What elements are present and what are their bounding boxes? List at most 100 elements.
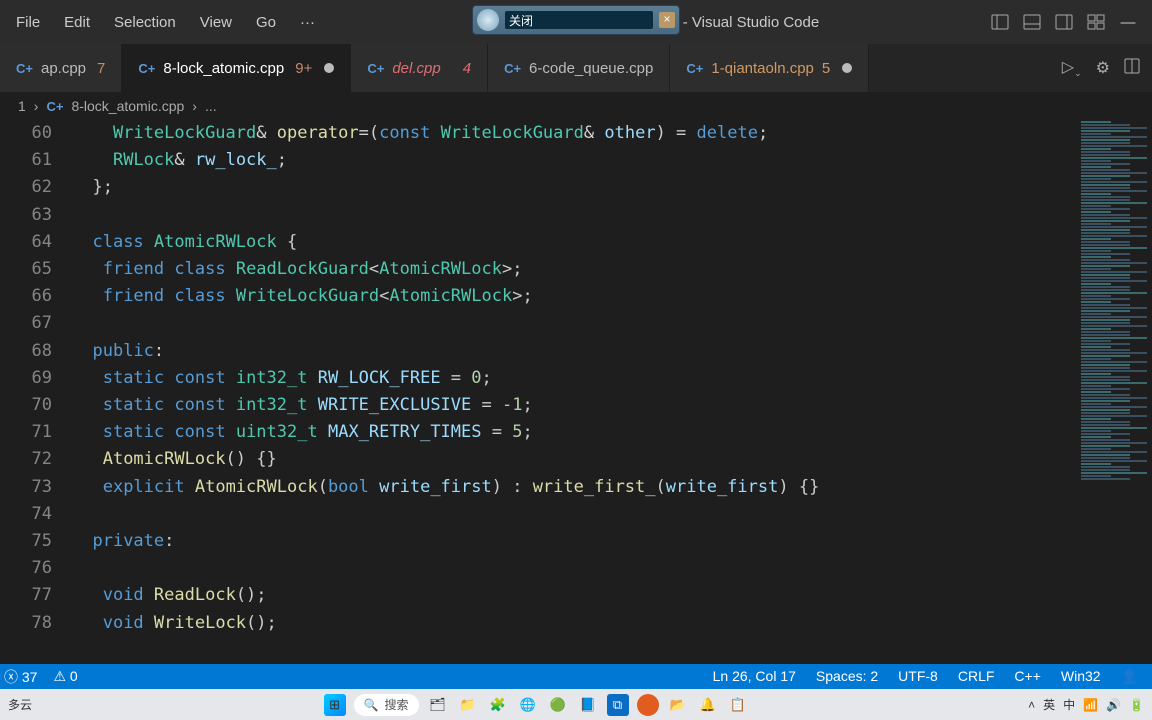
tab-badge: 7 <box>94 60 105 77</box>
vscode-icon[interactable]: ⧉ <box>607 694 629 716</box>
tab-badge: 4 <box>449 60 471 77</box>
line-number: 65 <box>0 256 52 283</box>
warnings-icon[interactable]: ⚠ 0 <box>53 668 77 685</box>
line-number: 72 <box>0 446 52 473</box>
ime-mode[interactable]: 中 <box>1063 696 1075 713</box>
tab-lock-atomic[interactable]: C+ 8-lock_atomic.cpp 9+ <box>122 44 351 92</box>
code-line[interactable]: friend class ReadLockGuard<AtomicRWLock>… <box>72 256 1077 283</box>
tab-label: ap.cpp <box>41 60 86 77</box>
eol[interactable]: CRLF <box>958 668 995 685</box>
menu-view[interactable]: View <box>188 14 244 31</box>
cpp-icon: C+ <box>138 61 155 76</box>
code-line[interactable]: class AtomicRWLock { <box>72 229 1077 256</box>
code-line[interactable]: void WriteLock(); <box>72 610 1077 637</box>
code-line[interactable]: AtomicRWLock() {} <box>72 446 1077 473</box>
tabbar-actions: ▷⌄ ⚙ <box>1050 44 1152 92</box>
app-round-icon[interactable] <box>637 694 659 716</box>
tab-del[interactable]: C+ del.cpp 4 <box>351 44 488 92</box>
code-line[interactable]: WriteLockGuard& operator=(const WriteLoc… <box>72 120 1077 147</box>
code-line[interactable]: }; <box>72 174 1077 201</box>
app-icon[interactable]: 🧩 <box>487 694 509 716</box>
close-icon[interactable]: × <box>659 12 675 28</box>
code-area[interactable]: WriteLockGuard& operator=(const WriteLoc… <box>72 120 1077 666</box>
line-number: 76 <box>0 555 52 582</box>
split-right-icon[interactable] <box>1124 58 1140 79</box>
feedback-icon[interactable]: 👤 <box>1121 668 1138 685</box>
notif-icon[interactable]: 🔔 <box>697 694 719 716</box>
tab-label: 8-lock_atomic.cpp <box>163 60 284 77</box>
cpp-icon: C+ <box>686 61 703 76</box>
code-line[interactable]: static const int32_t WRITE_EXCLUSIVE = -… <box>72 392 1077 419</box>
layout-bottom-icon[interactable] <box>1022 12 1042 32</box>
wifi-icon[interactable]: 📶 <box>1083 698 1098 712</box>
mic-icon[interactable] <box>477 9 499 31</box>
run-icon[interactable]: ▷⌄ <box>1062 57 1082 79</box>
line-number: 77 <box>0 582 52 609</box>
modified-dot-icon <box>842 63 852 73</box>
breadcrumb-file: 8-lock_atomic.cpp <box>71 98 184 114</box>
code-line[interactable]: static const uint32_t MAX_RETRY_TIMES = … <box>72 419 1077 446</box>
layout-left-icon[interactable] <box>990 12 1010 32</box>
layout-controls: — <box>990 12 1148 32</box>
tab-code-queue[interactable]: C+ 6-code_queue.cpp <box>488 44 670 92</box>
battery-icon[interactable]: 🔋 <box>1129 698 1144 712</box>
menu-go[interactable]: Go <box>244 14 288 31</box>
language-mode[interactable]: C++ <box>1014 668 1040 685</box>
breadcrumb[interactable]: 1 › C+ 8-lock_atomic.cpp › ... <box>0 92 1152 120</box>
weather-widget[interactable]: 多云 <box>8 696 44 713</box>
layout-right-icon[interactable] <box>1054 12 1074 32</box>
tab-label: 1-qiantaoln.cpp <box>711 60 814 77</box>
code-line[interactable] <box>72 501 1077 528</box>
speech-text: 关闭 <box>505 11 653 29</box>
code-line[interactable] <box>72 310 1077 337</box>
code-line[interactable]: public: <box>72 338 1077 365</box>
task-view-icon[interactable]: 🗂 <box>427 694 449 716</box>
minimize-icon[interactable]: — <box>1118 12 1138 32</box>
tab-qiantao[interactable]: C+ 1-qiantaoln.cpp 5 <box>670 44 869 92</box>
minimap[interactable] <box>1077 120 1152 666</box>
app3-icon[interactable]: 📋 <box>727 694 749 716</box>
tab-label: del.cpp <box>392 60 440 77</box>
speech-widget[interactable]: 关闭 × <box>472 5 680 35</box>
cpp-icon: C+ <box>16 61 33 76</box>
code-line[interactable] <box>72 555 1077 582</box>
explorer2-icon[interactable]: 📂 <box>667 694 689 716</box>
statusbar: ⓧ 37 ⚠ 0 Ln 26, Col 17 Spaces: 2 UTF-8 C… <box>0 664 1152 689</box>
code-line[interactable]: RWLock& rw_lock_; <box>72 147 1077 174</box>
platform[interactable]: Win32 <box>1061 668 1101 685</box>
line-number: 67 <box>0 310 52 337</box>
line-number: 63 <box>0 202 52 229</box>
code-line[interactable]: static const int32_t RW_LOCK_FREE = 0; <box>72 365 1077 392</box>
search-icon: 🔍 <box>364 698 379 712</box>
code-line[interactable]: void ReadLock(); <box>72 582 1077 609</box>
code-line[interactable]: friend class WriteLockGuard<AtomicRWLock… <box>72 283 1077 310</box>
cursor-position[interactable]: Ln 26, Col 17 <box>713 668 796 685</box>
start-icon[interactable]: ⊞ <box>324 694 346 716</box>
line-number: 61 <box>0 147 52 174</box>
word-icon[interactable]: 📘 <box>577 694 599 716</box>
menu-file[interactable]: File <box>4 14 52 31</box>
code-line[interactable] <box>72 202 1077 229</box>
errors-icon[interactable]: ⓧ 37 <box>4 667 37 687</box>
tab-ap[interactable]: C+ ap.cpp 7 <box>0 44 122 92</box>
code-line[interactable]: explicit AtomicRWLock(bool write_first) … <box>72 474 1077 501</box>
line-number: 60 <box>0 120 52 147</box>
tab-label: 6-code_queue.cpp <box>529 60 653 77</box>
encoding[interactable]: UTF-8 <box>898 668 938 685</box>
menu-selection[interactable]: Selection <box>102 14 188 31</box>
explorer-icon[interactable]: 📁 <box>457 694 479 716</box>
cpp-icon: C+ <box>46 99 63 114</box>
layout-grid-icon[interactable] <box>1086 12 1106 32</box>
volume-icon[interactable]: 🔊 <box>1106 698 1121 712</box>
chrome-icon[interactable]: 🟢 <box>547 694 569 716</box>
code-line[interactable]: private: <box>72 528 1077 555</box>
menu-overflow[interactable]: ··· <box>288 14 327 31</box>
ime-lang[interactable]: 英 <box>1043 696 1055 713</box>
tab-badge: 5 <box>822 60 830 77</box>
settings-icon[interactable]: ⚙ <box>1096 58 1110 78</box>
tray-chevron-icon[interactable]: ˄ <box>1028 698 1035 712</box>
edge-icon[interactable]: 🌐 <box>517 694 539 716</box>
search-input[interactable]: 🔍 搜索 <box>354 694 419 716</box>
menu-edit[interactable]: Edit <box>52 14 102 31</box>
indent-setting[interactable]: Spaces: 2 <box>816 668 878 685</box>
